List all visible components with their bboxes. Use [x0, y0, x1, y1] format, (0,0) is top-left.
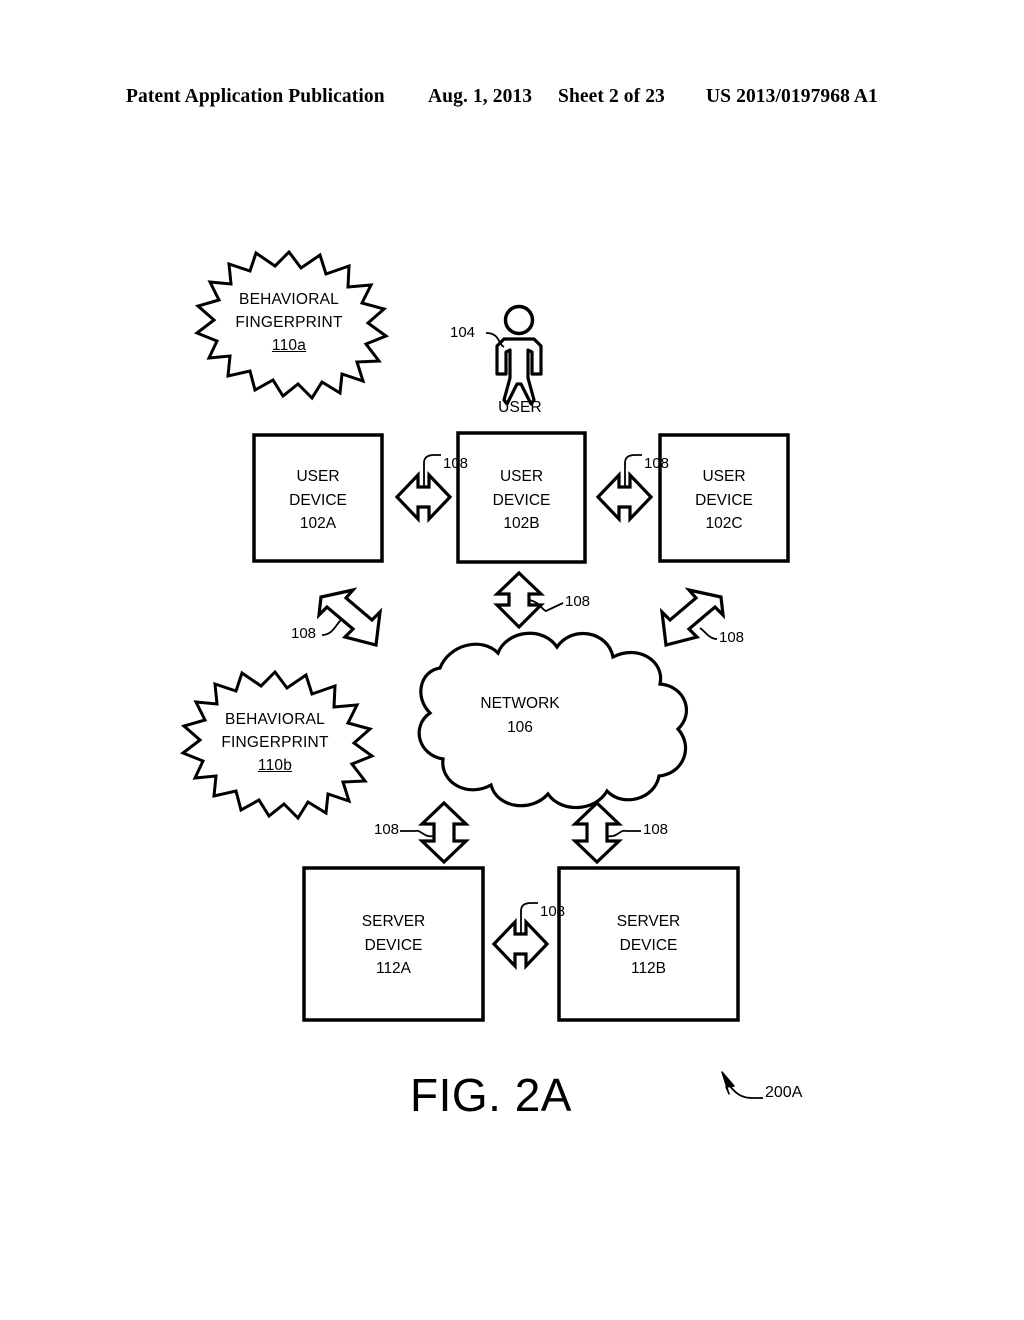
sd-112a-line1: SERVER [361, 913, 426, 930]
user-actor-ref-104: 104 [450, 324, 476, 341]
link-102a-network-leader [321, 619, 342, 636]
link-102b-102c-ref: 108 [644, 455, 670, 472]
link-102b-network-arrow [493, 570, 545, 630]
link-102c-network-arrow [659, 587, 726, 648]
network-label-block: NETWORK 106 [450, 692, 590, 739]
link-network-112b-leader [606, 829, 641, 838]
behavioral-fingerprint-110a-label: BEHAVIORAL FINGERPRINT 110a [196, 288, 382, 357]
link-102a-network-ref: 108 [291, 625, 317, 642]
network-ref: 106 [507, 718, 533, 736]
ud-102c-line1: USER [702, 468, 746, 485]
network-label: NETWORK [480, 695, 560, 712]
sd-112a-line2: DEVICE [364, 936, 423, 954]
ud-102b-line2: DEVICE [492, 491, 551, 509]
sd-112b-ref: 112B [630, 960, 667, 977]
figure-ref-200a-leader [721, 1071, 763, 1099]
link-102a-network-arrow [316, 587, 383, 648]
link-network-112a-ref: 108 [374, 821, 400, 838]
ud-102a-line2: DEVICE [289, 491, 347, 509]
link-102a-102b-ref: 108 [443, 455, 469, 472]
bf-110a-line2: FINGERPRINT [235, 314, 343, 331]
ud-102c-ref: 102C [705, 515, 743, 532]
sd-112a-ref: 112A [375, 960, 412, 977]
behavioral-fingerprint-110b-label: BEHAVIORAL FINGERPRINT 110b [182, 708, 368, 777]
patent-drawing-page: Patent Application Publication Aug. 1, 2… [0, 0, 1024, 1320]
figure-ref-200a-label: 200A [765, 1084, 803, 1101]
ud-102a-ref: 102A [299, 515, 337, 532]
link-102c-network-ref: 108 [719, 629, 745, 646]
link-network-112b-ref: 108 [643, 821, 669, 838]
link-network-112b-arrow [571, 800, 623, 865]
ud-102b-line1: USER [499, 468, 544, 485]
link-network-112a-arrow [418, 800, 470, 865]
sd-112b-line2: DEVICE [619, 936, 678, 954]
user-device-102a-text: USER DEVICE 102A [254, 465, 382, 536]
link-102b-network-ref: 108 [565, 593, 591, 610]
user-actor-label: USER [498, 399, 542, 416]
bf-110b-line1: BEHAVIORAL [225, 711, 325, 728]
bf-110a-ref: 110a [271, 337, 307, 354]
bf-110a-line1: BEHAVIORAL [239, 291, 339, 308]
ud-102a-line1: USER [296, 468, 340, 485]
server-device-112a-text: SERVER DEVICE 112A [304, 910, 483, 981]
server-device-112b-text: SERVER DEVICE 112B [559, 910, 738, 981]
bf-110b-ref: 110b [257, 757, 293, 774]
figure-2a-drawing [179, 249, 790, 1099]
link-112a-112b-ref: 108 [540, 903, 566, 920]
user-device-102c-text: USER DEVICE 102C [660, 465, 788, 536]
ud-102b-ref: 102B [503, 515, 540, 532]
figure-caption: FIG. 2A [410, 1069, 572, 1121]
bf-110b-line2: FINGERPRINT [221, 734, 329, 751]
user-device-102b-text: USER DEVICE 102B [458, 465, 585, 536]
link-102c-network-leader [699, 627, 718, 640]
link-network-112a-leader [400, 829, 435, 838]
user-actor-figure [495, 304, 543, 406]
ud-102c-line2: DEVICE [695, 491, 753, 509]
sd-112b-line1: SERVER [616, 913, 681, 930]
